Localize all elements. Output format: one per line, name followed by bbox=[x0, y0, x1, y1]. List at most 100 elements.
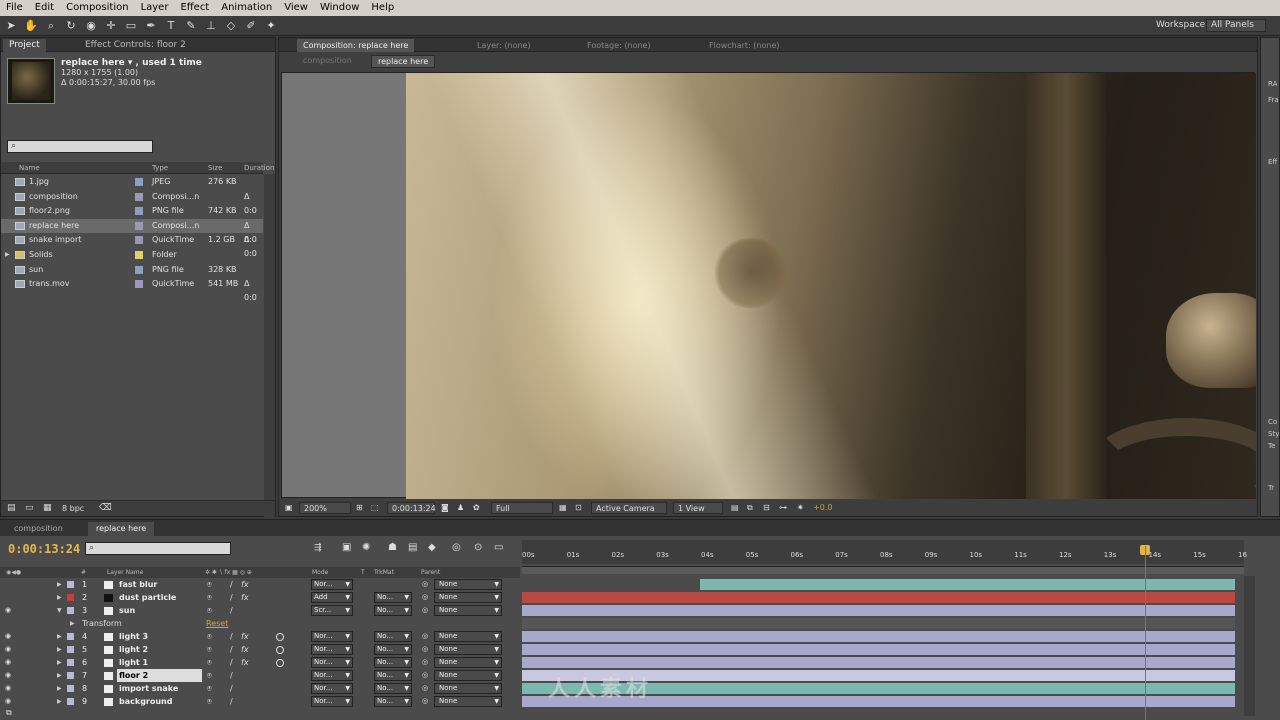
av-features-icon[interactable]: ◉◀● bbox=[6, 569, 21, 576]
column-trkmat[interactable]: TrkMat bbox=[374, 569, 394, 576]
text-panel-label[interactable]: Te bbox=[1268, 442, 1275, 450]
character-panel-label[interactable]: Co bbox=[1268, 418, 1277, 426]
layer-name[interactable]: import snake bbox=[117, 682, 202, 695]
shy-switch-icon[interactable]: ⍟ bbox=[207, 656, 212, 669]
layer-label-color[interactable] bbox=[67, 672, 74, 679]
parent-select[interactable]: None ▼ bbox=[434, 605, 502, 616]
clone-stamp-tool-icon[interactable]: ⊥ bbox=[204, 19, 218, 33]
parent-select[interactable]: None ▼ bbox=[434, 579, 502, 590]
folder-expand-icon[interactable]: ▶ bbox=[5, 248, 10, 262]
layer-row[interactable]: ◉ ▶ 5 light 2 ⍟ / fx Nor... ▼ No... ▼ ◎ None ▼ bbox=[0, 643, 520, 656]
track-matte-select[interactable]: No... ▼ bbox=[374, 605, 412, 616]
resolution-select[interactable]: Full bbox=[491, 502, 553, 514]
interpret-footage-icon[interactable]: ▤ bbox=[7, 503, 16, 513]
parent-select[interactable]: None ▼ bbox=[434, 644, 502, 655]
layer-row[interactable]: ◉ ▼ 3 sun ⍟ / Scr... ▼ No... ▼ ◎ None ▼ bbox=[0, 604, 520, 617]
parent-pickwhip-icon[interactable]: ◎ bbox=[422, 591, 428, 604]
expand-collapse-icon[interactable]: ⧉ bbox=[6, 708, 12, 718]
quality-switch-icon[interactable]: / bbox=[230, 695, 233, 708]
layer-label-color[interactable] bbox=[67, 685, 74, 692]
layer-duration-bar[interactable] bbox=[522, 631, 1235, 642]
visibility-eye-icon[interactable]: ◉ bbox=[5, 604, 11, 617]
quality-switch-icon[interactable]: / bbox=[230, 643, 233, 656]
label-color-swatch[interactable] bbox=[135, 251, 143, 259]
selection-tool-icon[interactable]: ➤ bbox=[4, 19, 18, 33]
label-color-swatch[interactable] bbox=[135, 192, 143, 201]
menu-item-help[interactable]: Help bbox=[365, 0, 400, 16]
label-color-swatch[interactable] bbox=[135, 236, 143, 245]
info-panel-label[interactable]: RA bbox=[1268, 80, 1277, 88]
effects-switch-icon[interactable]: fx bbox=[241, 630, 249, 643]
layer-duration-bar[interactable] bbox=[522, 657, 1235, 668]
project-item[interactable]: replace here Composi...n Δ 0:0 bbox=[1, 218, 263, 244]
project-item[interactable]: trans.mov QuickTime 541 MB Δ 0:0 bbox=[1, 277, 263, 302]
blending-mode-select[interactable]: Nor... ▼ bbox=[311, 670, 353, 681]
blending-mode-select[interactable]: Nor... ▼ bbox=[311, 683, 353, 694]
visibility-eye-icon[interactable]: ◉ bbox=[5, 682, 11, 695]
layer-name[interactable]: background bbox=[117, 695, 202, 708]
menu-item-view[interactable]: View bbox=[278, 0, 314, 16]
blending-mode-select[interactable]: Scr... ▼ bbox=[311, 605, 353, 616]
visibility-eye-icon[interactable]: ◉ bbox=[5, 669, 11, 682]
track-matte-select[interactable]: No... ▼ bbox=[374, 683, 412, 694]
parent-pickwhip-icon[interactable]: ◎ bbox=[422, 669, 428, 682]
label-color-swatch[interactable] bbox=[135, 265, 143, 274]
menu-item-window[interactable]: Window bbox=[314, 0, 365, 16]
effects-switch-icon[interactable]: fx bbox=[241, 591, 249, 604]
layer-expand-icon[interactable]: ▶ bbox=[57, 682, 62, 695]
track-matte-select[interactable]: No... ▼ bbox=[374, 592, 412, 603]
tab-composition[interactable]: Composition: replace here bbox=[297, 39, 415, 52]
parent-select[interactable]: None ▼ bbox=[434, 683, 502, 694]
parent-pickwhip-icon[interactable]: ◎ bbox=[422, 578, 428, 591]
blending-mode-select[interactable]: Nor... ▼ bbox=[311, 657, 353, 668]
project-scrollbar[interactable] bbox=[264, 174, 275, 534]
brush-tool-icon[interactable]: ✎ bbox=[184, 19, 198, 33]
layer-expand-icon[interactable]: ▶ bbox=[57, 669, 62, 682]
shy-switch-icon[interactable]: ⍟ bbox=[207, 695, 212, 708]
layer-row[interactable]: ◉ ▶ 8 import snake ⍟ / Nor... ▼ No... ▼ ◎ None ▼ bbox=[0, 682, 520, 695]
view-layout-select[interactable]: 1 View bbox=[673, 502, 723, 514]
quality-switch-icon[interactable]: / bbox=[230, 591, 233, 604]
quality-switch-icon[interactable]: / bbox=[230, 669, 233, 682]
layer-row[interactable]: ◉ ▶ 4 light 3 ⍟ / fx Nor... ▼ No... ▼ ◎ None ▼ bbox=[0, 630, 520, 643]
layer-row[interactable]: ▶ 1 fast blur ⍟ / fx Nor... ▼ ◎ None ▼ bbox=[0, 578, 520, 591]
layer-name[interactable]: light 2 bbox=[117, 643, 202, 656]
shy-switch-icon[interactable]: ⍟ bbox=[207, 682, 212, 695]
camera-tool-icon[interactable]: ◉ bbox=[84, 19, 98, 33]
track-matte-select[interactable]: No... ▼ bbox=[374, 631, 412, 642]
layer-label-color[interactable] bbox=[67, 633, 74, 640]
column-size[interactable]: Size bbox=[208, 164, 222, 172]
parent-pickwhip-icon[interactable]: ◎ bbox=[422, 695, 428, 708]
hand-tool-icon[interactable]: ✋ bbox=[24, 19, 38, 33]
adjustment-layer-icon[interactable] bbox=[276, 659, 284, 667]
tab-timeline-replace-here[interactable]: replace here bbox=[88, 522, 155, 536]
menu-item-file[interactable]: File bbox=[0, 0, 29, 16]
menu-item-layer[interactable]: Layer bbox=[135, 0, 175, 16]
layer-label-color[interactable] bbox=[67, 698, 74, 705]
frame-blending-icon[interactable]: ▤ bbox=[408, 542, 417, 553]
effects-switch-icon[interactable]: fx bbox=[241, 656, 249, 669]
style-panel-label[interactable]: Sty bbox=[1268, 430, 1279, 438]
visibility-eye-icon[interactable]: ◉ bbox=[5, 630, 11, 643]
layer-row[interactable]: ◉ ▶ 6 light 1 ⍟ / fx Nor... ▼ No... ▼ ◎ None ▼ bbox=[0, 656, 520, 669]
fast-previews-icon[interactable]: ⧉ bbox=[747, 503, 753, 513]
shy-switch-icon[interactable]: ⍟ bbox=[207, 604, 212, 617]
menu-item-effect[interactable]: Effect bbox=[174, 0, 215, 16]
layer-expand-icon[interactable]: ▶ bbox=[57, 578, 62, 591]
tracker-panel-label[interactable]: Tr bbox=[1268, 484, 1274, 492]
shy-switch-icon[interactable]: ⍟ bbox=[207, 630, 212, 643]
layer-expand-icon[interactable]: ▶ bbox=[57, 591, 62, 604]
roto-brush-tool-icon[interactable]: ✐ bbox=[244, 19, 258, 33]
label-color-swatch[interactable] bbox=[135, 280, 143, 289]
column-mode[interactable]: Mode bbox=[312, 569, 328, 576]
effects-panel-label[interactable]: Eff bbox=[1268, 158, 1277, 166]
quality-switch-icon[interactable]: / bbox=[230, 682, 233, 695]
parent-pickwhip-icon[interactable]: ◎ bbox=[422, 643, 428, 656]
magnification-select[interactable]: 200% bbox=[299, 502, 351, 514]
exposure-icon[interactable]: ✷ bbox=[797, 503, 804, 512]
project-item[interactable]: snake import QuickTime 1.2 GB Δ 0:0 bbox=[1, 233, 263, 258]
visibility-eye-icon[interactable]: ◉ bbox=[5, 643, 11, 656]
layer-duration-bar[interactable] bbox=[522, 592, 1235, 603]
visibility-eye-icon[interactable]: ◉ bbox=[5, 695, 11, 708]
layer-name[interactable]: light 3 bbox=[117, 630, 202, 643]
